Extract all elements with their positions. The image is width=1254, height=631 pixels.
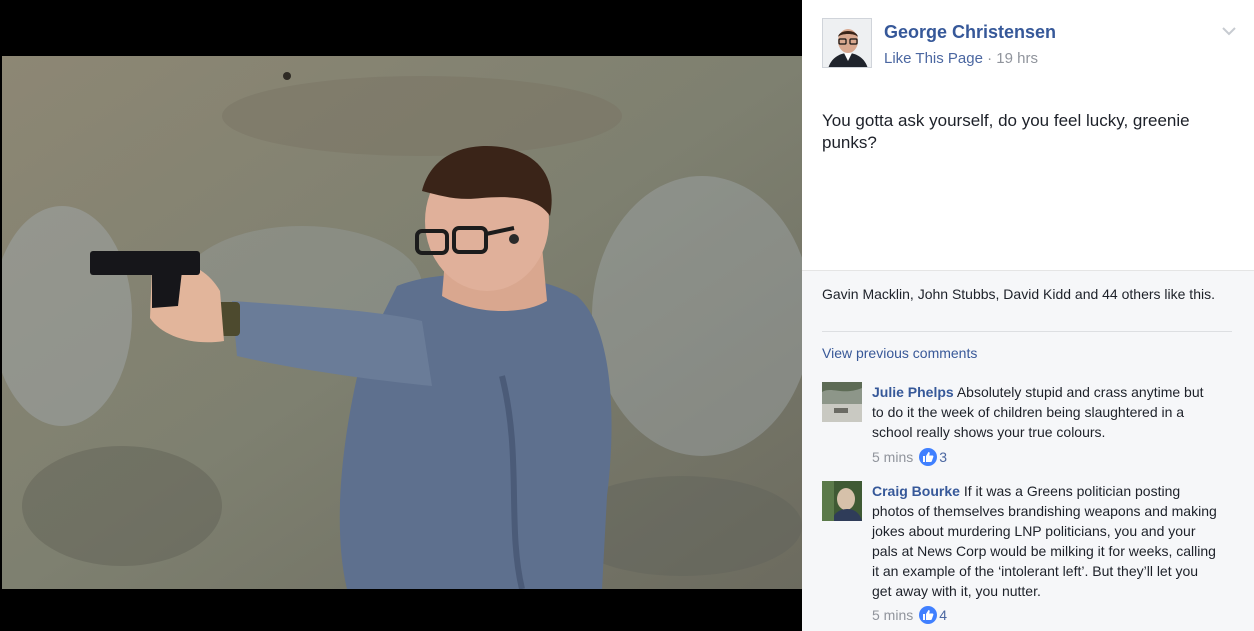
comment-meta: 5 mins 3: [872, 448, 947, 466]
comment-body: Craig Bourke If it was a Greens politici…: [872, 481, 1217, 601]
post-photo[interactable]: [2, 56, 802, 589]
commenter-name[interactable]: Craig Bourke: [872, 483, 960, 499]
post-message: You gotta ask yourself, do you feel luck…: [822, 111, 1190, 152]
comment-timestamp[interactable]: 5 mins: [872, 449, 913, 465]
chevron-down-icon[interactable]: [1220, 22, 1238, 40]
post-meta: Like This Page · 19 hrs: [884, 50, 1038, 67]
comment-like-count[interactable]: 4: [939, 607, 947, 623]
thumbs-up-icon[interactable]: [919, 448, 938, 466]
commenter-avatar[interactable]: [822, 382, 862, 422]
comment-like-count[interactable]: 3: [939, 449, 947, 465]
comment-item: Craig Bourke If it was a Greens politici…: [822, 481, 1242, 631]
feedback-section: Gavin Macklin, John Stubbs, David Kidd a…: [802, 270, 1254, 631]
thumbs-up-icon[interactable]: [919, 606, 938, 624]
divider: [822, 331, 1232, 332]
commenter-name[interactable]: Julie Phelps: [872, 384, 954, 400]
like-page-link[interactable]: Like This Page: [884, 50, 983, 67]
meta-separator: ·: [987, 50, 993, 67]
comment-item: Julie Phelps Absolutely stupid and crass…: [822, 382, 1242, 472]
post-timestamp[interactable]: 19 hrs: [996, 50, 1038, 67]
commenter-avatar[interactable]: [822, 481, 862, 521]
author-avatar[interactable]: [822, 18, 872, 68]
comment-body: Julie Phelps Absolutely stupid and crass…: [872, 382, 1217, 442]
view-previous-comments-link[interactable]: View previous comments: [822, 345, 977, 361]
post-side-panel: George Christensen Like This Page · 19 h…: [802, 0, 1254, 631]
comment-meta: 5 mins 4: [872, 606, 947, 624]
post-header: George Christensen Like This Page · 19 h…: [822, 18, 1242, 70]
comment-text: If it was a Greens politician posting ph…: [872, 483, 1217, 599]
likes-summary[interactable]: Gavin Macklin, John Stubbs, David Kidd a…: [822, 284, 1222, 304]
photo-viewer[interactable]: [0, 0, 802, 631]
post-author-name[interactable]: George Christensen: [884, 22, 1056, 43]
comment-timestamp[interactable]: 5 mins: [872, 607, 913, 623]
